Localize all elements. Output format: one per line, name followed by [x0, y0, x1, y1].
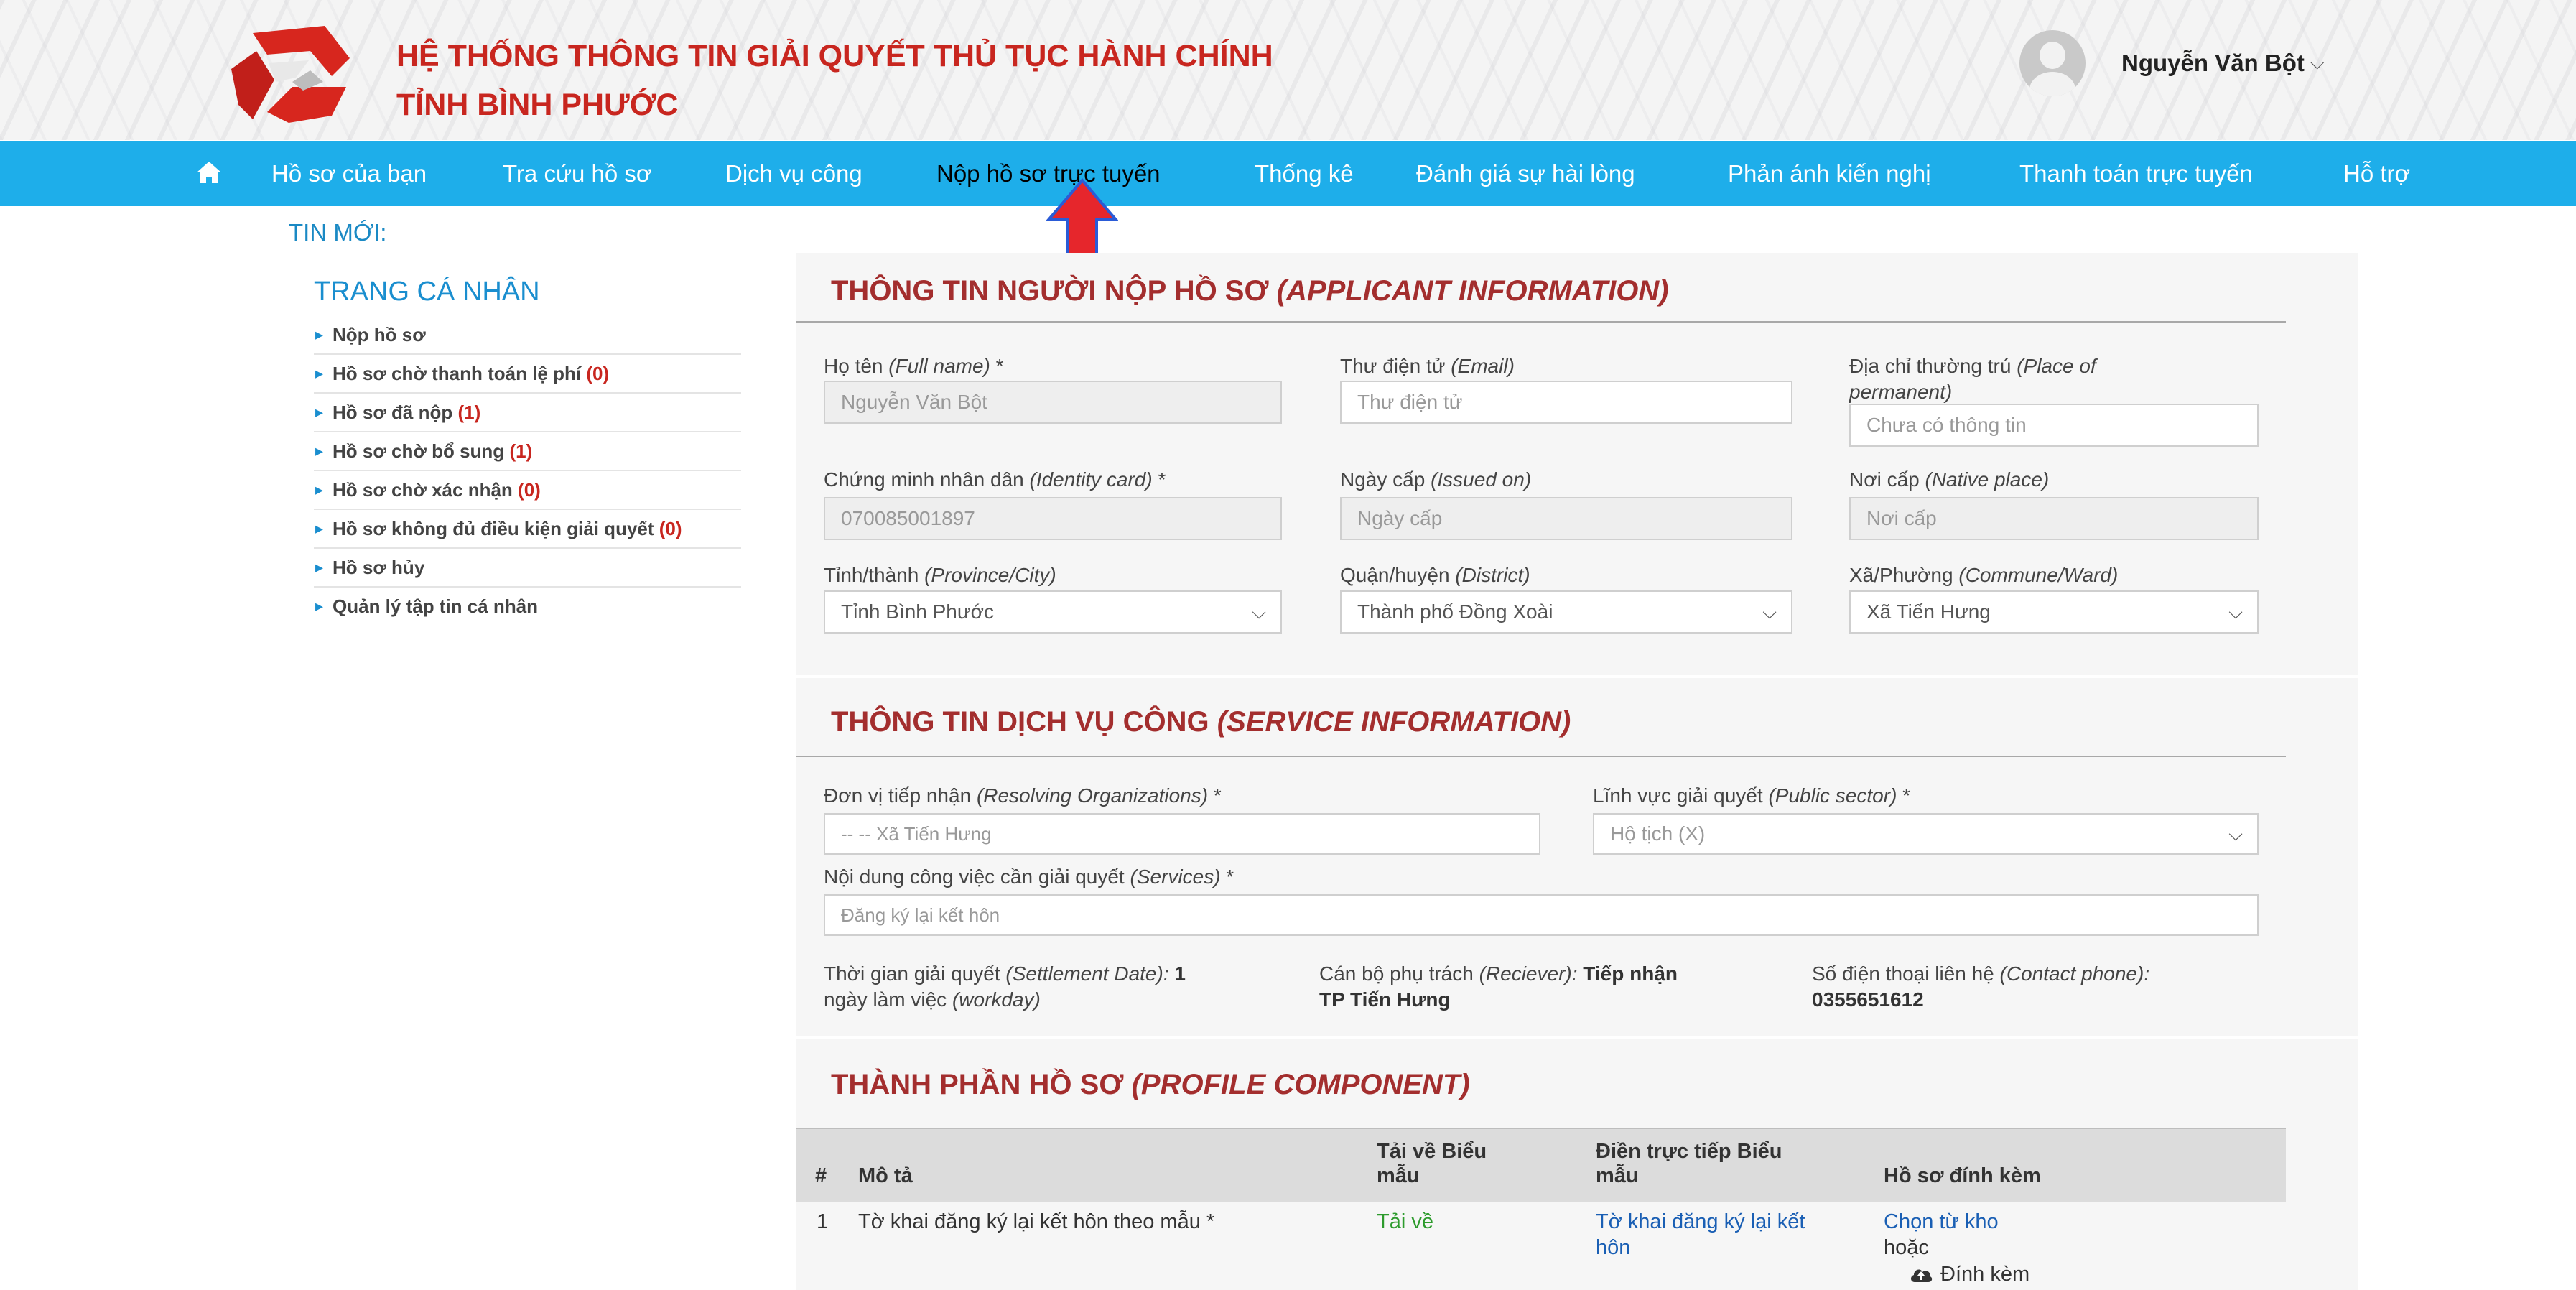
user-name[interactable]: Nguyễn Văn Bột: [2121, 50, 2305, 77]
nav-item-ho-so-cua-ban[interactable]: Hồ sơ của bạn: [271, 160, 427, 187]
fullname-field[interactable]: Nguyễn Văn Bột: [824, 381, 1282, 424]
district-label: Quận/huyện (District): [1340, 564, 1530, 586]
email-field[interactable]: Thư điện tử: [1340, 381, 1792, 424]
native-field[interactable]: Nơi cấp: [1849, 497, 2259, 540]
idcard-label: Chứng minh nhân dân (Identity card) *: [824, 468, 1166, 491]
issued-label: Ngày cấp (Issued on): [1340, 468, 1532, 491]
nav-item-thong-ke[interactable]: Thống kê: [1255, 160, 1354, 187]
sidebar-item-nop-ho-so[interactable]: Nộp hồ sơ: [314, 316, 741, 355]
row-num: 1: [817, 1210, 829, 1233]
applicant-section-title: THÔNG TIN NGƯỜI NỘP HỒ SƠ (APPLICANT INF…: [831, 275, 1669, 307]
receiver-info: Cán bộ phụ trách (Reciever): Tiếp nhận T…: [1319, 962, 1678, 1011]
sidebar-item-cho-xac-nhan[interactable]: Hồ sơ chờ xác nhận (0): [314, 471, 741, 510]
sidebar-item-ho-so-huy[interactable]: Hồ sơ hủy: [314, 549, 741, 588]
email-label: Thư điện tử (Email): [1340, 355, 1515, 377]
phone-info: Số điện thoại liên hệ (Contact phone): 0…: [1812, 962, 2150, 1011]
address-field[interactable]: Chưa có thông tin: [1849, 404, 2259, 447]
main-nav: Hồ sơ của bạn Tra cứu hồ sơ Dịch vụ công…: [0, 141, 2576, 206]
site-title-line1: HỆ THỐNG THÔNG TIN GIẢI QUYẾT THỦ TỤC HÀ…: [396, 39, 1273, 73]
nav-item-danh-gia-su-hai-long[interactable]: Đánh giá sự hài lòng: [1416, 160, 1635, 187]
section-separator: [796, 1036, 2358, 1039]
org-field[interactable]: -- -- Xã Tiến Hưng: [824, 813, 1540, 855]
idcard-field[interactable]: 070085001897: [824, 497, 1282, 540]
org-label: Đơn vị tiếp nhận (Resolving Organization…: [824, 784, 1222, 807]
nav-item-ho-tro[interactable]: Hỗ trợ: [2343, 160, 2410, 187]
site-title-line2: TỈNH BÌNH PHƯỚC: [396, 88, 679, 122]
issued-field[interactable]: Ngày cấp: [1340, 497, 1792, 540]
divider: [796, 756, 2286, 757]
attach-button[interactable]: Đính kèm: [1909, 1261, 2029, 1287]
site-header: HỆ THỐNG THÔNG TIN GIẢI QUYẾT THỦ TỤC HÀ…: [0, 0, 2576, 140]
province-logo-icon[interactable]: [224, 19, 357, 126]
chevron-down-icon[interactable]: ⌵: [1252, 592, 1266, 632]
download-template-link[interactable]: Tải về: [1377, 1209, 1433, 1235]
chevron-down-icon[interactable]: ⌵: [2228, 815, 2243, 853]
section-separator: [796, 675, 2358, 678]
profile-section-title: THÀNH PHẦN HỒ SƠ (PROFILE COMPONENT): [831, 1069, 1470, 1100]
avatar[interactable]: [2019, 30, 2086, 96]
nav-item-tra-cuu-ho-so[interactable]: Tra cứu hồ sơ: [503, 160, 652, 187]
col-attach: Hồ sơ đính kèm: [1884, 1164, 2041, 1187]
sidebar-item-quan-ly-tap-tin[interactable]: Quản lý tập tin cá nhân: [314, 588, 741, 625]
cloud-upload-icon: [1910, 1269, 1933, 1282]
services-label: Nội dung công việc cần giải quyết (Servi…: [824, 866, 1234, 888]
site-title: HỆ THỐNG THÔNG TIN GIẢI QUYẾT THỦ TỤC HÀ…: [396, 32, 1273, 129]
nav-item-thanh-toan-truc-tuyen[interactable]: Thanh toán trực tuyến: [2019, 160, 2253, 187]
divider: [796, 321, 2286, 322]
news-label: TIN MỚI:: [289, 219, 387, 246]
nav-item-phan-anh-kien-nghi[interactable]: Phản ánh kiến nghị: [1728, 160, 1931, 187]
ward-select[interactable]: Xã Tiến Hưng ⌵: [1849, 590, 2259, 634]
sector-select[interactable]: Hộ tịch (X) ⌵: [1593, 813, 2259, 855]
service-section-title: THÔNG TIN DỊCH VỤ CÔNG (SERVICE INFORMAT…: [831, 706, 1571, 738]
address-label: Địa chỉ thường trú (Place of permanent): [1849, 355, 2096, 403]
home-icon[interactable]: [194, 157, 224, 187]
sidebar-title: TRANG CÁ NHÂN: [314, 277, 540, 307]
col-desc: Mô tả: [858, 1164, 913, 1187]
province-label: Tỉnh/thành (Province/City): [824, 564, 1056, 586]
fullname-label: Họ tên (Full name) *: [824, 355, 1004, 377]
sidebar-item-cho-bo-sung[interactable]: Hồ sơ chờ bổ sung (1): [314, 432, 741, 471]
sidebar-item-da-nop[interactable]: Hồ sơ đã nộp (1): [314, 394, 741, 432]
nav-item-dich-vu-cong[interactable]: Dịch vụ công: [725, 160, 862, 187]
chevron-down-icon[interactable]: ⌵: [2228, 592, 2243, 632]
row-desc: Tờ khai đăng ký lại kết hôn theo mẫu *: [858, 1210, 1215, 1233]
sidebar-item-khong-du-dieu-kien[interactable]: Hồ sơ không đủ điều kiện giải quyết (0): [314, 510, 741, 549]
ward-label: Xã/Phường (Commune/Ward): [1849, 564, 2119, 586]
choose-from-storage-link[interactable]: Chọn từ kho: [1884, 1209, 1999, 1235]
chevron-down-icon[interactable]: ⌵: [1762, 592, 1777, 632]
or-text: hoặc: [1884, 1236, 1929, 1259]
sector-label: Lĩnh vực giải quyết (Public sector) *: [1593, 784, 1911, 807]
profile-table-header: [796, 1128, 2286, 1202]
province-select[interactable]: Tỉnh Bình Phước ⌵: [824, 590, 1282, 634]
col-num: #: [815, 1164, 827, 1187]
col-download: Tải về Biểu mẫu: [1377, 1140, 1487, 1187]
sidebar-menu: Nộp hồ sơ Hồ sơ chờ thanh toán lệ phí (0…: [314, 316, 741, 625]
chevron-down-icon[interactable]: ⌵: [2310, 52, 2325, 75]
user-menu[interactable]: Nguyễn Văn Bột ⌵: [2019, 30, 2325, 96]
district-select[interactable]: Thành phố Đồng Xoài ⌵: [1340, 590, 1792, 634]
settlement-info: Thời gian giải quyết (Settlement Date): …: [824, 962, 1186, 1011]
services-field[interactable]: Đăng ký lại kết hôn: [824, 894, 2259, 936]
sidebar-item-cho-thanh-toan[interactable]: Hồ sơ chờ thanh toán lệ phí (0): [314, 355, 741, 394]
fill-form-link[interactable]: Tờ khai đăng ký lại kết hôn: [1596, 1209, 1805, 1261]
native-label: Nơi cấp (Native place): [1849, 468, 2050, 491]
col-fill: Điền trực tiếp Biểu mẫu: [1596, 1140, 1782, 1187]
